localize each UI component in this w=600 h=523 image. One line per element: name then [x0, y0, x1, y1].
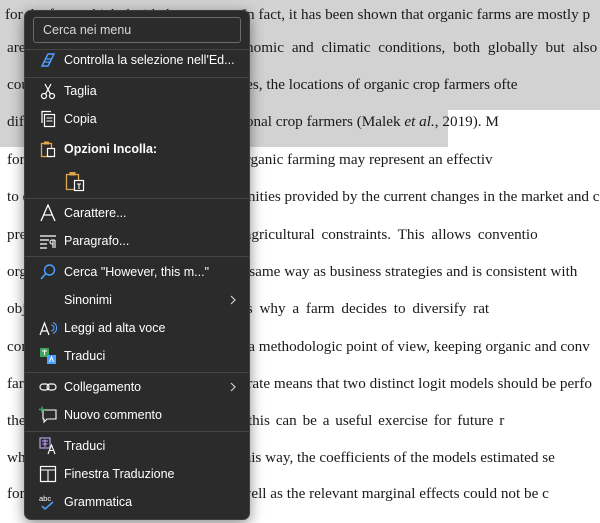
- read-aloud-icon: [39, 319, 58, 337]
- menu-item-editor-check[interactable]: Controlla la selezione nell'Ed...: [29, 47, 245, 73]
- copy-icon: [39, 110, 57, 128]
- doc-line-text-end: , 2019). M: [434, 113, 499, 130]
- menu-item-label: Grammatica: [64, 495, 133, 509]
- grammar-icon: abc: [39, 493, 57, 511]
- menu-item-label: Sinonimi: [64, 293, 112, 307]
- context-menu: Controlla la selezione nell'Ed... Taglia…: [24, 10, 250, 520]
- menu-item-cut[interactable]: Taglia: [29, 78, 245, 104]
- menu-separator: [25, 198, 249, 199]
- menu-item-synonyms[interactable]: Sinonimi: [29, 287, 245, 313]
- paste-options-header: Opzioni Incolla:: [29, 136, 245, 162]
- menu-item-search[interactable]: Cerca "However, this m...": [29, 259, 245, 285]
- doc-line-italic: et al.: [404, 113, 435, 130]
- menu-item-link[interactable]: Collegamento: [29, 374, 245, 400]
- svg-text:abc: abc: [39, 494, 51, 503]
- translate-chinese-icon: [39, 437, 57, 455]
- menu-item-label: Finestra Traduzione: [64, 467, 175, 481]
- menu-item-label: Nuovo commento: [64, 408, 162, 422]
- menu-item-label: Leggi ad alta voce: [64, 321, 166, 335]
- menu-item-read-aloud[interactable]: Leggi ad alta voce: [29, 315, 245, 341]
- menu-item-copy[interactable]: Copia: [29, 106, 245, 132]
- menu-search-input[interactable]: [34, 18, 240, 42]
- translate-icon: [39, 347, 57, 365]
- chevron-right-icon: [227, 294, 239, 306]
- menu-separator: [25, 372, 249, 373]
- menu-item-label: Copia: [64, 112, 97, 126]
- menu-item-font[interactable]: Carattere...: [29, 200, 245, 226]
- menu-search-box[interactable]: [33, 17, 241, 43]
- menu-item-translate[interactable]: Traduci: [29, 343, 245, 369]
- paste-icon: [39, 140, 57, 158]
- menu-item-label: Traduci: [64, 439, 106, 453]
- menu-item-label: Carattere...: [64, 206, 127, 220]
- paste-keep-text-icon: [64, 170, 86, 192]
- menu-item-grammar[interactable]: abc Grammatica: [29, 489, 245, 515]
- menu-separator: [25, 256, 249, 257]
- link-icon: [39, 378, 57, 396]
- font-icon: [39, 203, 57, 222]
- search-icon: [39, 263, 57, 281]
- menu-separator: [25, 431, 249, 432]
- menu-item-label: Traduci: [64, 349, 106, 363]
- menu-item-label: Collegamento: [64, 380, 142, 394]
- menu-item-paragraph[interactable]: Paragrafo...: [29, 228, 245, 254]
- menu-item-label: Opzioni Incolla:: [64, 142, 158, 156]
- menu-item-translate-chinese[interactable]: Traduci: [29, 433, 245, 459]
- menu-item-label: Cerca "However, this m...": [64, 265, 210, 279]
- menu-item-label: Controlla la selezione nell'Ed...: [64, 53, 235, 67]
- menu-item-translation-window[interactable]: Finestra Traduzione: [29, 461, 245, 487]
- menu-item-label: Taglia: [64, 84, 97, 98]
- scissors-icon: [39, 82, 57, 100]
- editor-check-icon: [39, 51, 57, 69]
- paste-keep-text-only-button[interactable]: [59, 166, 89, 194]
- chevron-right-icon: [227, 381, 239, 393]
- menu-item-label: Paragrafo...: [64, 234, 130, 248]
- menu-item-new-comment[interactable]: Nuovo commento: [29, 402, 245, 428]
- paragraph-icon: [39, 232, 57, 250]
- new-comment-icon: [39, 406, 57, 424]
- translation-window-icon: [39, 465, 57, 483]
